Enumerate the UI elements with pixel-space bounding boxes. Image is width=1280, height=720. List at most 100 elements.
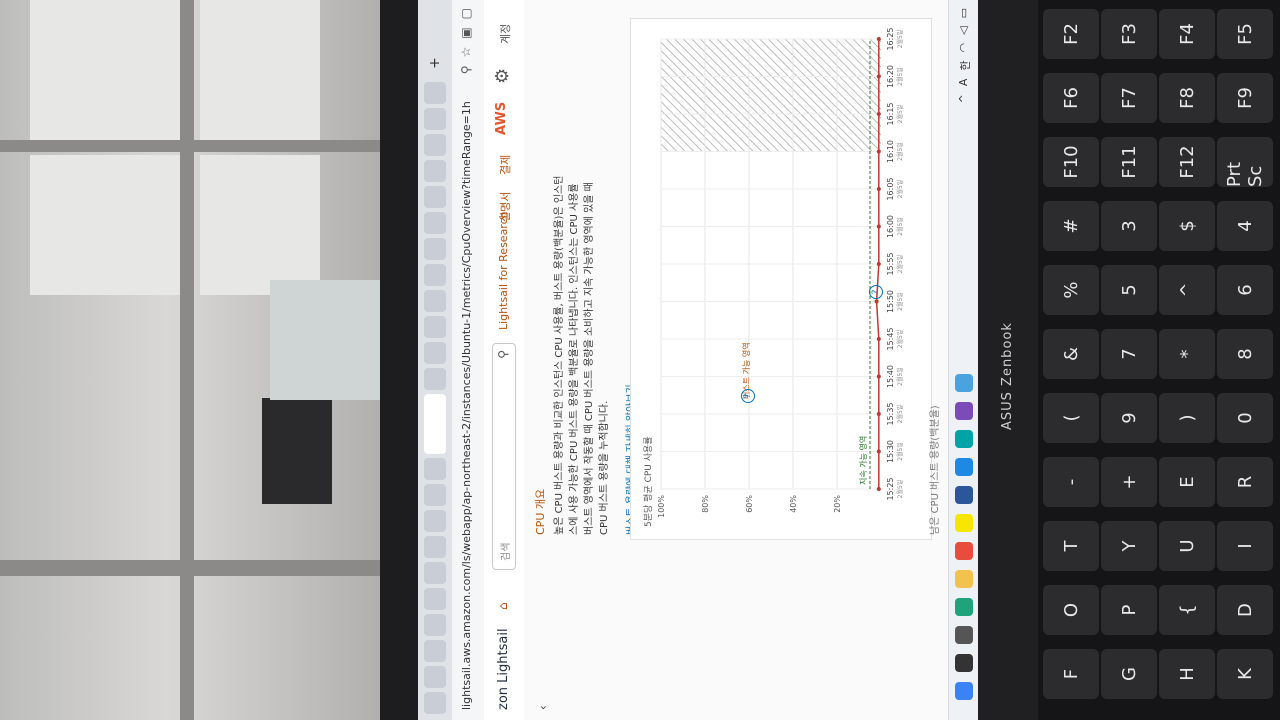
gear-icon[interactable]: ⚙ [492, 68, 513, 84]
lightsail-brand[interactable]: zon Lightsail [496, 628, 511, 710]
system-tray: ^ A 한 ◠ ◁ ▭ [957, 8, 973, 103]
data-point [876, 487, 881, 491]
data-point [876, 224, 881, 229]
browser-tab[interactable] [424, 238, 446, 260]
explorer-icon[interactable] [955, 570, 973, 588]
x-tick-sublabel: 2월5일 [896, 67, 904, 86]
address-bar[interactable]: lightsail.aws.amazon.com/ls/webapp/ap-no… [452, 0, 485, 720]
chevron-up-icon[interactable]: ^ [957, 94, 973, 103]
research-link[interactable]: Lightsail for Research [497, 211, 510, 330]
search-input[interactable]: 검색 ⚲ [492, 343, 516, 570]
docs-link[interactable]: 설명서 [497, 192, 513, 222]
overview-line: 스에 사용 가능한 CPU 버스트 용량을 백분율로 나타냅니다. 인스턴스는 … [569, 183, 580, 535]
app-icon[interactable] [955, 458, 973, 476]
data-point [876, 412, 881, 416]
wifi-icon[interactable]: ◠ [957, 43, 973, 53]
data-point [874, 299, 879, 304]
x-tick-label: 15:40 [886, 365, 895, 388]
cpu-overview-title[interactable]: CPU 개요 [532, 25, 548, 535]
x-tick-label: 15:50 [886, 290, 895, 313]
browser-tab[interactable] [424, 82, 446, 104]
window-pane [30, 0, 180, 140]
browser-tab[interactable] [424, 290, 446, 312]
overview-line: 높은 CPU 버스트 용량과 비교한 인스턴스 CPU 사용률, 버스트 용량(… [554, 175, 565, 535]
app-icon[interactable] [955, 374, 973, 392]
keyboard-key: K [1217, 649, 1273, 699]
keyboard-layout-icon[interactable]: A [957, 79, 973, 87]
keyboard-key: F12 [1159, 137, 1215, 187]
browser-tab[interactable] [424, 368, 446, 390]
browser-tab[interactable] [424, 458, 446, 480]
help-icon[interactable]: ? [869, 285, 883, 299]
browser-tab[interactable] [424, 692, 446, 714]
app-icon[interactable] [955, 402, 973, 420]
keyboard-key: { [1159, 585, 1215, 635]
overview-line: CPU 버스트 용량을 누적합니다. [599, 400, 610, 535]
new-tab-button[interactable]: + [424, 52, 446, 74]
ime-icon[interactable]: 한 [957, 60, 973, 70]
y-tick-label: 100% [657, 495, 666, 518]
data-point [876, 337, 881, 341]
laptop-screen: + lightsail.aws.amazon.com/ls/webapp/ap-… [418, 0, 978, 720]
windows-start-icon[interactable] [955, 682, 973, 700]
x-tick-sublabel: 2월5일 [896, 142, 904, 161]
browser-tab[interactable] [424, 264, 446, 286]
keyboard-key: * [1159, 329, 1215, 379]
keyboard-key: H [1159, 649, 1215, 699]
word-icon[interactable] [955, 486, 973, 504]
taskview-icon[interactable] [955, 626, 973, 644]
keyboard-key: I [1217, 521, 1273, 571]
photo-scene: ASUS Zenbook F2 F3 F4 F5 F6 F7 F8 F9 F10 F11 F12 Pr… [0, 0, 1280, 720]
window-frame [0, 560, 380, 576]
browser-tab[interactable] [424, 134, 446, 156]
browser-tab[interactable] [424, 342, 446, 364]
keyboard-key: - [1043, 457, 1099, 507]
browser-tab[interactable] [424, 316, 446, 338]
search-icon[interactable]: ⚲ [459, 65, 473, 74]
account-menu[interactable]: 계정 [497, 24, 513, 44]
browser-tab-bar: + [418, 0, 452, 720]
keyboard-key: 5 [1101, 265, 1157, 315]
keyboard-key: F5 [1217, 9, 1273, 59]
y-tick-label: 20% [833, 495, 842, 513]
browser-tab[interactable] [424, 536, 446, 558]
browser-tab[interactable] [424, 484, 446, 506]
extension-icon[interactable]: ▣ [459, 27, 473, 38]
battery-icon[interactable]: ▭ [957, 8, 973, 18]
browser-tab[interactable] [424, 186, 446, 208]
browser-tab[interactable] [424, 108, 446, 130]
help-icon[interactable]: ? [741, 389, 755, 403]
search-icon[interactable] [955, 654, 973, 672]
chrome-icon[interactable] [955, 542, 973, 560]
app-icon[interactable] [955, 430, 973, 448]
x-tick-label: 16:20 [886, 65, 895, 88]
star-icon[interactable]: ☆ [459, 47, 473, 58]
browser-tab[interactable] [424, 666, 446, 688]
keyboard-key: 9 [1101, 393, 1157, 443]
browser-tab[interactable] [424, 614, 446, 636]
browser-tab[interactable] [424, 160, 446, 182]
data-point [876, 374, 881, 379]
kakaotalk-icon[interactable] [955, 514, 973, 532]
browser-tab[interactable] [424, 212, 446, 234]
browser-tab-active[interactable] [424, 394, 446, 454]
edge-icon[interactable] [955, 598, 973, 616]
browser-tab[interactable] [424, 588, 446, 610]
browser-tab[interactable] [424, 562, 446, 584]
keyboard-key: D [1217, 585, 1273, 635]
volume-icon[interactable]: ◁ [957, 26, 973, 34]
home-icon[interactable]: ⌂ [496, 602, 510, 610]
x-tick-sublabel: 2월5일 [896, 105, 904, 124]
monitor-stand [270, 280, 380, 400]
url-text[interactable]: lightsail.aws.amazon.com/ls/webapp/ap-no… [460, 101, 473, 710]
chevron-left-icon[interactable]: ‹ [536, 705, 550, 710]
profile-icon[interactable]: ▢ [459, 8, 473, 19]
search-icon[interactable]: ⚲ [496, 350, 510, 359]
aws-logo[interactable]: AWS [494, 102, 509, 135]
keyboard-key: 6 [1217, 265, 1273, 315]
billing-link[interactable]: 결제 [497, 155, 513, 175]
keyboard-key: % [1043, 265, 1099, 315]
browser-tab[interactable] [424, 510, 446, 532]
browser-tab[interactable] [424, 640, 446, 662]
keyboard-key: + [1101, 457, 1157, 507]
